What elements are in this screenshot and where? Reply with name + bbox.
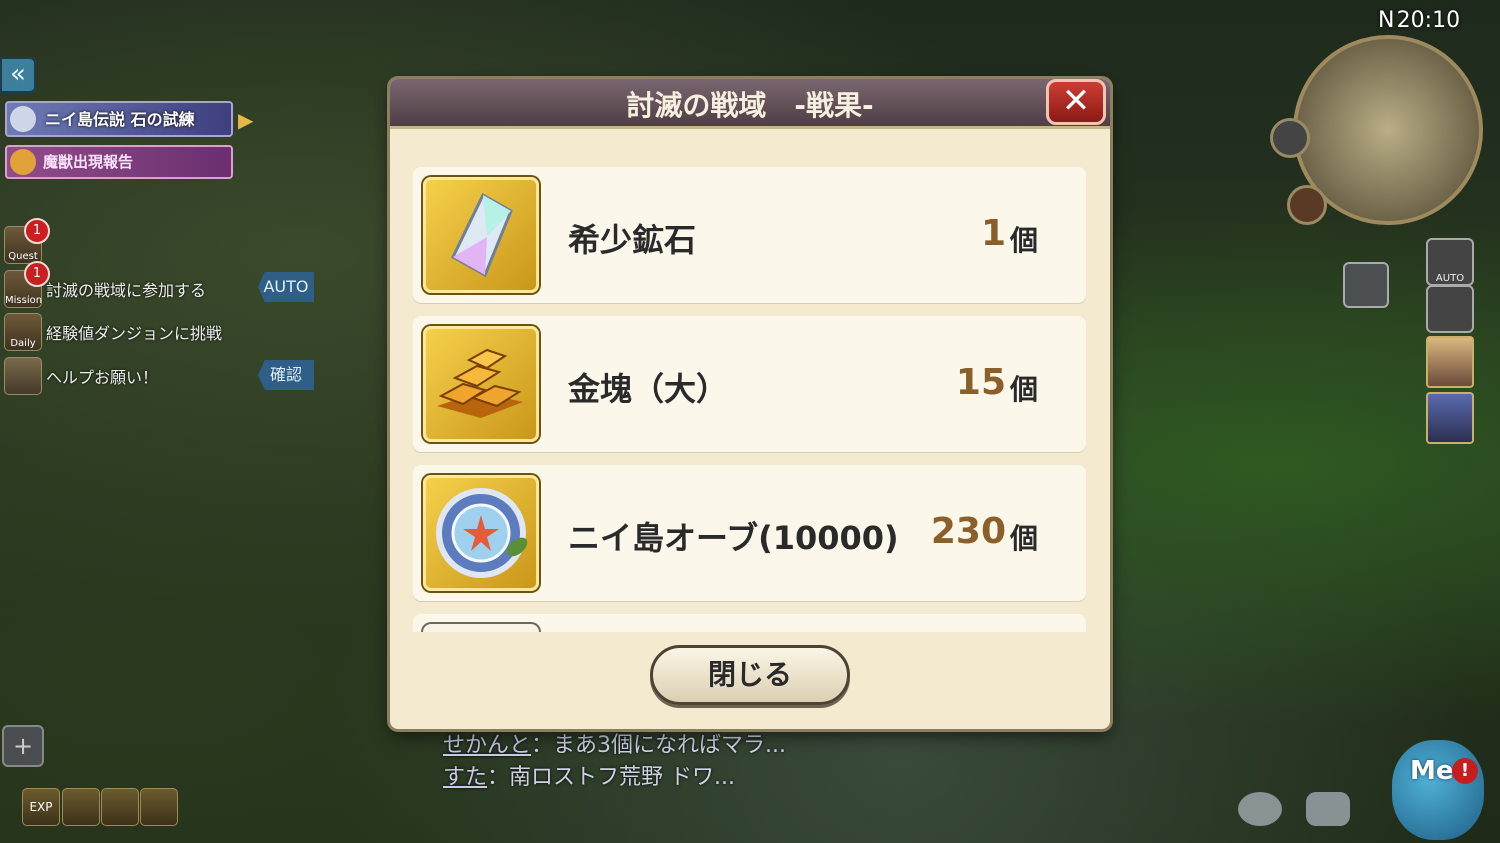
compass-label: N bbox=[1378, 8, 1395, 33]
confirm-button[interactable]: 確認 bbox=[258, 360, 314, 390]
item-icon bbox=[423, 624, 539, 632]
close-dialog-button[interactable]: 閉じる bbox=[650, 645, 850, 705]
alert-badge: ! bbox=[1452, 758, 1478, 784]
camera-button[interactable] bbox=[1343, 262, 1389, 308]
party-member-portrait[interactable] bbox=[1426, 336, 1474, 388]
chat-user[interactable]: すた bbox=[443, 765, 487, 790]
item-name: 金塊（大） bbox=[568, 370, 729, 408]
auto-battle-button[interactable]: AUTO bbox=[1426, 238, 1474, 286]
buff-icon[interactable] bbox=[101, 788, 139, 826]
chat-line: すた：南ロストフ荒野 ドワ... bbox=[443, 759, 735, 791]
orb-icon bbox=[423, 475, 539, 591]
auto-battle-label: AUTO bbox=[1435, 273, 1465, 284]
daily-icon[interactable]: Daily bbox=[4, 313, 42, 351]
exp-boost-icon[interactable]: EXP bbox=[22, 788, 60, 826]
add-shortcut-button[interactable]: + bbox=[2, 725, 44, 767]
handshake-icon[interactable] bbox=[4, 357, 42, 395]
chat-line: せかんと：まあ3個になればマラ... bbox=[443, 727, 786, 759]
close-button[interactable]: ✕ bbox=[1046, 79, 1106, 125]
item-unit: 個 bbox=[1009, 224, 1038, 257]
event-banner[interactable]: ニイ島伝説 石の試練 bbox=[5, 101, 233, 137]
reward-row: 金塊（大） 15 個 bbox=[413, 316, 1086, 452]
mission-badge: 1 bbox=[24, 261, 50, 287]
chat-message: ：南ロストフ荒野 ドワ... bbox=[487, 765, 735, 790]
item-unit: 個 bbox=[1009, 522, 1038, 555]
reward-row bbox=[413, 614, 1086, 632]
banner-arrow-icon[interactable]: ▶ bbox=[238, 108, 253, 132]
reward-row: ニイ島オーブ(10000) 230 個 bbox=[413, 465, 1086, 601]
collapse-panel-button[interactable]: « bbox=[0, 57, 36, 93]
dialog-title: 討滅の戦域 -戦果- bbox=[626, 89, 874, 122]
item-unit: 個 bbox=[1009, 373, 1038, 406]
help-text[interactable]: ヘルプお願い！ bbox=[46, 364, 158, 388]
auto-button[interactable]: AUTO bbox=[258, 272, 314, 302]
item-name: 希少鉱石 bbox=[568, 221, 697, 259]
chat-button[interactable] bbox=[1306, 792, 1350, 826]
reward-list[interactable]: 希少鉱石 1 個 金塊（大） 15 個 ニイ島オーブ(10000) 230 個 bbox=[413, 167, 1086, 632]
menu-button[interactable] bbox=[1392, 740, 1484, 840]
event-character-icon bbox=[10, 106, 36, 132]
item-quantity: 1 bbox=[980, 213, 1006, 254]
map-toggle-button[interactable] bbox=[1270, 118, 1310, 158]
shop-boost-icon[interactable] bbox=[140, 788, 178, 826]
skill-up-icon[interactable] bbox=[62, 788, 100, 826]
monster-report-banner[interactable]: 魔獣出現報告 bbox=[5, 145, 233, 179]
pet-button[interactable] bbox=[1287, 185, 1327, 225]
time-label: 20:10 bbox=[1396, 8, 1461, 33]
quest-text[interactable]: 討滅の戦域に参加する bbox=[46, 277, 206, 301]
party-member-portrait[interactable] bbox=[1426, 392, 1474, 444]
clock: N 20:10 bbox=[1378, 8, 1460, 33]
mission-text[interactable]: 経験値ダンジョンに挑戦 bbox=[46, 320, 222, 344]
quest-badge: 1 bbox=[24, 218, 50, 244]
reward-row: 希少鉱石 1 個 bbox=[413, 167, 1086, 303]
crystal-icon bbox=[423, 177, 539, 293]
monster-icon bbox=[10, 149, 36, 175]
item-quantity: 15 bbox=[955, 362, 1006, 403]
chat-message: ：まあ3個になればマラ... bbox=[531, 733, 786, 758]
menu-label: Me bbox=[1410, 756, 1454, 786]
item-name: ニイ島オーブ(10000) bbox=[568, 519, 899, 557]
party-button[interactable] bbox=[1426, 285, 1474, 333]
item-quantity: 230 bbox=[930, 511, 1006, 552]
gold-bars-icon bbox=[423, 326, 539, 442]
emote-button[interactable] bbox=[1238, 792, 1282, 826]
chat-user[interactable]: せかんと bbox=[443, 733, 531, 758]
